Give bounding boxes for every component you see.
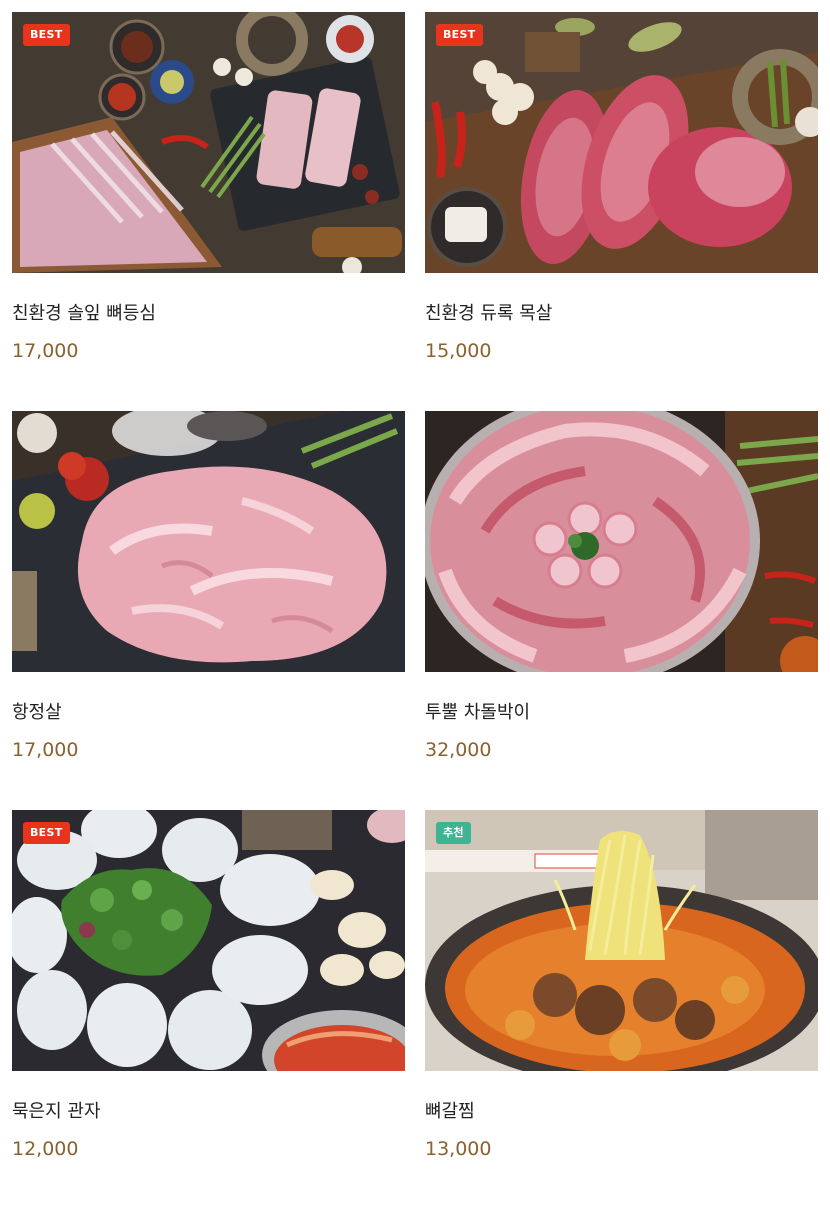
pork-rack-ribs-image — [12, 12, 405, 273]
product-image[interactable] — [425, 411, 818, 672]
product-price: 17,000 — [12, 739, 79, 761]
product-card[interactable]: 투뿔 차돌박이 32,000 — [425, 411, 818, 810]
pork-neck-steaks-image — [425, 12, 818, 273]
product-image[interactable] — [12, 411, 405, 672]
product-name[interactable]: 친환경 솔잎 뼈등심 — [12, 302, 405, 326]
product-card[interactable]: BEST 묵은지 관자 12,000 — [12, 810, 405, 1209]
product-price: 13,000 — [425, 1138, 492, 1160]
product-name[interactable]: 친환경 듀록 목살 — [425, 302, 818, 326]
pork-jowl-image — [12, 411, 405, 672]
product-name[interactable]: 뼈갈찜 — [425, 1100, 818, 1124]
best-badge: BEST — [23, 822, 70, 844]
product-name[interactable]: 항정살 — [12, 701, 405, 725]
braised-rib-stew-image — [425, 810, 818, 1071]
product-image[interactable]: 추천 — [425, 810, 818, 1071]
product-price: 15,000 — [425, 340, 492, 362]
product-price: 17,000 — [12, 340, 79, 362]
product-image[interactable]: BEST — [12, 12, 405, 273]
product-price: 12,000 — [12, 1138, 79, 1160]
product-grid: BEST 친환경 솔잎 뼈등심 17,000 BEST 친환경 듀록 목살 15… — [12, 12, 818, 1209]
product-card[interactable]: 항정살 17,000 — [12, 411, 405, 810]
recommend-badge: 추천 — [436, 822, 471, 844]
product-card[interactable]: 추천 뼈갈찜 13,000 — [425, 810, 818, 1209]
product-image[interactable]: BEST — [12, 810, 405, 1071]
beef-brisket-plate-image — [425, 411, 818, 672]
best-badge: BEST — [436, 24, 483, 46]
product-card[interactable]: BEST 친환경 듀록 목살 15,000 — [425, 12, 818, 411]
product-name[interactable]: 묵은지 관자 — [12, 1100, 405, 1124]
product-name[interactable]: 투뿔 차돌박이 — [425, 701, 818, 725]
product-price: 32,000 — [425, 739, 492, 761]
scallop-kimchi-image — [12, 810, 405, 1071]
product-image[interactable]: BEST — [425, 12, 818, 273]
best-badge: BEST — [23, 24, 70, 46]
product-card[interactable]: BEST 친환경 솔잎 뼈등심 17,000 — [12, 12, 405, 411]
